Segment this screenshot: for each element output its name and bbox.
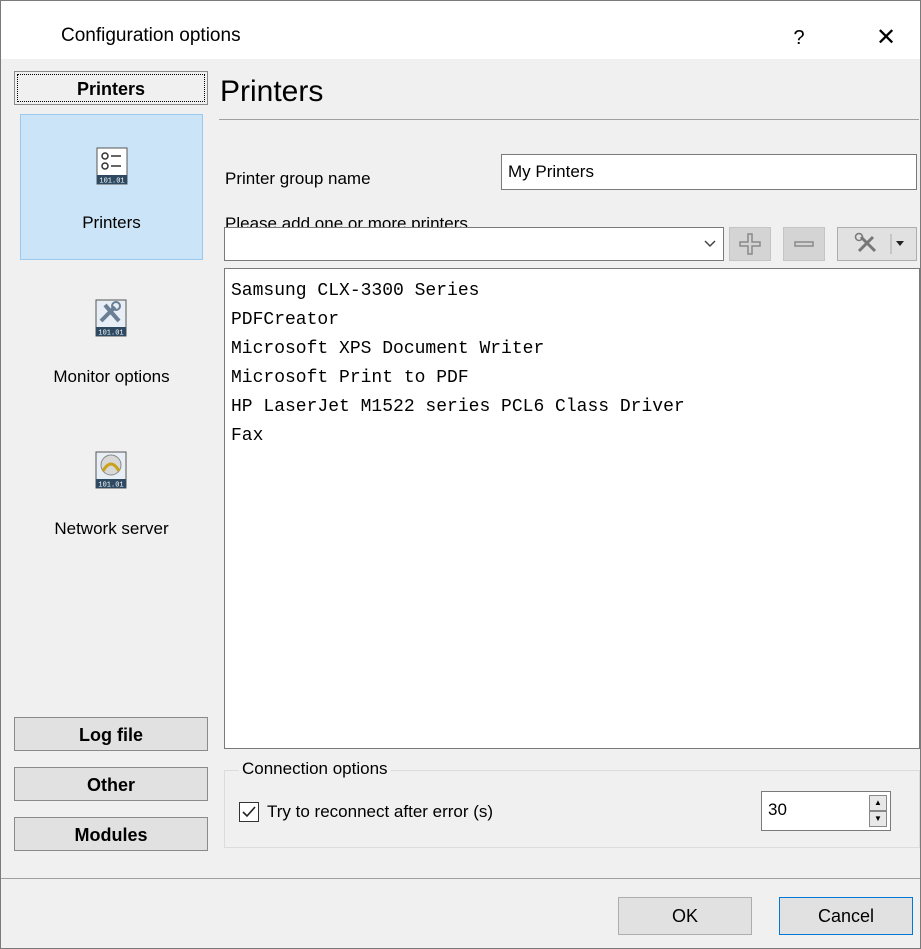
printer-listbox[interactable]: Samsung CLX-3300 Series PDFCreator Micro… (224, 268, 920, 749)
printer-select-combo[interactable] (224, 227, 724, 261)
list-item[interactable]: Microsoft Print to PDF (225, 364, 919, 393)
sidebar-list: 101.01 Printers 101.01 Monitor options 1… (14, 109, 208, 714)
title-divider (219, 119, 919, 120)
remove-printer-button[interactable] (783, 227, 825, 261)
cancel-button[interactable]: Cancel (779, 897, 913, 935)
group-name-input[interactable]: My Printers (501, 154, 917, 190)
svg-text:101.01: 101.01 (98, 330, 123, 338)
tools-icon (854, 232, 904, 254)
footer-divider (1, 878, 920, 879)
stepper-up-icon[interactable]: ▲ (869, 795, 887, 811)
ok-button[interactable]: OK (618, 897, 752, 935)
checkmark-icon (242, 806, 256, 818)
sidebar-item-printers[interactable]: 101.01 Printers (20, 114, 203, 260)
help-button[interactable]: ? (776, 15, 822, 59)
category-modules-button[interactable]: Modules (14, 817, 208, 851)
list-item[interactable]: Fax (225, 422, 919, 451)
category-log-file-button[interactable]: Log file (14, 717, 208, 751)
list-item[interactable]: HP LaserJet M1522 series PCL6 Class Driv… (225, 393, 919, 422)
sidebar-item-monitor-options[interactable]: 101.01 Monitor options (20, 269, 203, 415)
sidebar-item-label: Printers (82, 213, 141, 232)
category-printers-button[interactable]: Printers (14, 71, 208, 105)
sidebar-item-network-server[interactable]: 101.01 Network server (20, 421, 203, 567)
list-item[interactable]: Microsoft XPS Document Writer (225, 335, 919, 364)
configuration-dialog: Configuration options ? ✕ Printers 101.0… (0, 0, 921, 949)
reconnect-label[interactable]: Try to reconnect after error (s) (267, 802, 493, 822)
title-bar: Configuration options ? ✕ (1, 1, 920, 59)
list-item[interactable]: PDFCreator (225, 306, 919, 335)
chevron-down-icon[interactable] (703, 232, 717, 259)
reconnect-seconds-stepper[interactable]: 30 ▲ ▼ (761, 791, 891, 831)
tools-dropdown-button[interactable] (837, 227, 917, 261)
window-title: Configuration options (61, 25, 241, 46)
reconnect-checkbox[interactable] (239, 802, 259, 822)
page-title: Printers (220, 75, 324, 108)
printers-list-icon: 101.01 (96, 147, 128, 185)
sidebar-item-label: Network server (54, 519, 169, 538)
list-item[interactable]: Samsung CLX-3300 Series (225, 277, 919, 306)
sidebar-item-label: Monitor options (53, 367, 170, 386)
svg-text:101.01: 101.01 (99, 178, 124, 186)
stepper-down-icon[interactable]: ▼ (869, 811, 887, 827)
category-other-button[interactable]: Other (14, 767, 208, 801)
add-printer-button[interactable] (729, 227, 771, 261)
group-name-label: Printer group name (225, 169, 371, 188)
stepper-buttons: ▲ ▼ (869, 795, 887, 827)
tools-icon: 101.01 (95, 299, 127, 337)
minus-icon (794, 241, 814, 247)
plus-icon (739, 233, 761, 255)
network-cable-icon: 101.01 (95, 451, 127, 489)
close-button[interactable]: ✕ (861, 15, 911, 59)
reconnect-seconds-value[interactable]: 30 (768, 800, 787, 820)
connection-options-legend: Connection options (239, 759, 391, 779)
svg-text:101.01: 101.01 (98, 482, 123, 490)
